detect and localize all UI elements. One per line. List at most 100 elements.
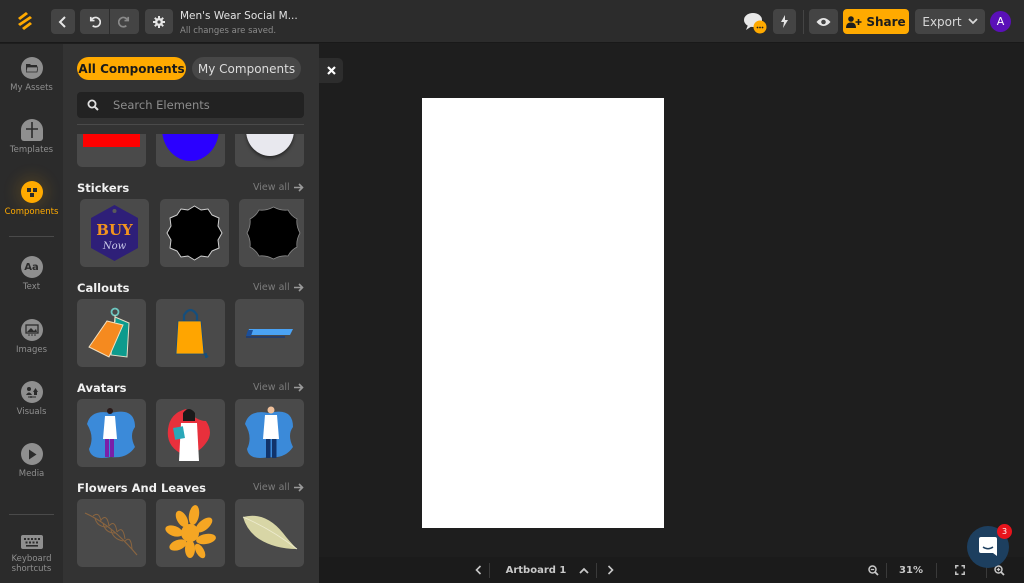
arrow-right-icon <box>293 483 304 492</box>
preview-button[interactable] <box>809 9 838 34</box>
artboard-canvas[interactable] <box>422 98 664 528</box>
artboard-list-toggle[interactable] <box>575 557 593 583</box>
share-button[interactable]: Share <box>843 9 909 34</box>
fit-to-screen-button[interactable] <box>951 557 969 583</box>
nav-item-keyboard-shortcuts[interactable]: Keyboard shortcuts <box>0 534 63 574</box>
zoom-out-icon <box>867 564 879 576</box>
search-box <box>77 92 304 118</box>
settings-button[interactable] <box>145 9 173 34</box>
share-label: Share <box>866 14 906 29</box>
undo-button[interactable] <box>80 9 109 34</box>
section-title-avatars: Avatars <box>77 381 127 395</box>
sticker-black-wavy-badge[interactable] <box>160 199 229 267</box>
artboard-name[interactable]: Artboard 1 <box>491 557 581 583</box>
male-doctor-icon <box>245 406 293 458</box>
nav-label: Keyboard shortcuts <box>11 554 52 574</box>
sticker-black-scalloped-badge[interactable] <box>239 199 304 267</box>
quick-actions-button[interactable] <box>773 9 796 34</box>
nav-label: Media <box>18 469 45 479</box>
nav-item-visuals[interactable]: Visuals <box>0 381 63 417</box>
export-button[interactable]: Export <box>915 9 985 34</box>
tab-all-components[interactable]: All Components <box>77 57 186 80</box>
svg-text:Now: Now <box>102 241 127 252</box>
text-icon: Aa <box>20 256 43 278</box>
nav-item-media[interactable]: Media <box>0 443 63 479</box>
callout-price-tags[interactable] <box>77 299 146 367</box>
leaf-olive-leaf[interactable] <box>235 499 304 567</box>
keyboard-icon <box>20 534 43 550</box>
undo-icon <box>89 16 101 28</box>
chevron-left-icon <box>58 15 66 28</box>
nav-item-templates[interactable]: Templates <box>0 119 63 155</box>
callout-blue-banner[interactable] <box>235 299 304 367</box>
buy-now-sticker-icon: BUY Now <box>91 205 138 261</box>
nav-divider <box>9 236 54 237</box>
puzzle-icon <box>20 181 43 203</box>
leaf-orange-leaves[interactable] <box>156 499 225 567</box>
shopping-bag-icon <box>175 308 209 358</box>
components-panel: All Components My Components Stickers Vi… <box>63 44 319 583</box>
section-title-flowers-and-leaves: Flowers And Leaves <box>77 481 206 495</box>
next-artboard-button[interactable] <box>601 557 619 583</box>
divider <box>936 563 937 578</box>
tab-my-components[interactable]: My Components <box>192 57 301 80</box>
visuals-icon <box>20 381 43 403</box>
view-all-avatars[interactable]: View all <box>253 382 304 393</box>
document-title[interactable]: Men's Wear Social M... <box>180 10 298 22</box>
app-logo-icon[interactable] <box>14 10 36 32</box>
left-nav: My Assets Templates Components Aa Text I… <box>0 44 63 583</box>
nav-item-images[interactable]: Images <box>0 319 63 355</box>
search-input[interactable] <box>113 92 298 118</box>
user-avatar[interactable]: A <box>990 11 1011 32</box>
nav-label: Images <box>15 345 48 355</box>
redo-button[interactable] <box>110 9 139 34</box>
wavy-badge-icon <box>166 205 223 261</box>
shape-blue-circle[interactable] <box>156 134 225 167</box>
doctor-clipboard-icon <box>167 409 210 461</box>
divider <box>596 563 597 578</box>
leaf-brown-branch[interactable] <box>77 499 146 567</box>
close-panel-button[interactable] <box>319 58 343 83</box>
avatar-male-doctor[interactable] <box>235 399 304 467</box>
svg-text:BUY: BUY <box>96 221 133 239</box>
avatar-female-doctor[interactable] <box>77 399 146 467</box>
chevron-right-icon <box>607 565 614 575</box>
comments-button[interactable] <box>743 11 769 35</box>
nav-label: Templates <box>9 145 54 155</box>
back-button[interactable] <box>51 9 75 34</box>
prev-artboard-button[interactable] <box>469 557 487 583</box>
chevron-up-icon <box>579 567 589 574</box>
nav-item-components[interactable]: Components <box>0 181 63 217</box>
top-bar: Men's Wear Social M... All changes are s… <box>0 0 1024 43</box>
scalloped-badge-icon <box>246 206 301 260</box>
chat-icon <box>979 537 997 556</box>
templates-icon <box>20 119 43 141</box>
arrow-right-icon <box>293 383 304 392</box>
section-title-callouts: Callouts <box>77 281 130 295</box>
section-title-stickers: Stickers <box>77 181 130 195</box>
panel-divider <box>77 124 304 125</box>
callout-shopping-bag[interactable] <box>156 299 225 367</box>
nav-item-my-assets[interactable]: My Assets <box>0 57 63 93</box>
nav-label: Visuals <box>16 407 47 417</box>
view-all-stickers[interactable]: View all <box>253 182 304 193</box>
sticker-buy-now[interactable]: BUY Now <box>80 199 149 267</box>
zoom-out-button[interactable] <box>864 557 882 583</box>
shape-white-circle[interactable] <box>235 134 304 167</box>
view-all-callouts[interactable]: View all <box>253 282 304 293</box>
shape-red-rectangle[interactable] <box>77 134 146 167</box>
zoom-level[interactable]: 31% <box>891 557 931 583</box>
view-all-flowers-and-leaves[interactable]: View all <box>253 482 304 493</box>
search-icon <box>87 99 99 111</box>
nav-item-text[interactable]: Aa Text <box>0 256 63 292</box>
add-user-icon <box>846 15 862 28</box>
nav-label: My Assets <box>10 83 53 93</box>
lightning-icon <box>781 15 788 28</box>
olive-leaf-icon <box>242 515 298 550</box>
avatar-doctor-clipboard[interactable] <box>156 399 225 467</box>
divider <box>489 563 490 578</box>
fullscreen-icon <box>955 565 965 575</box>
play-icon <box>20 443 43 465</box>
gear-icon <box>153 15 165 28</box>
divider <box>886 563 887 578</box>
